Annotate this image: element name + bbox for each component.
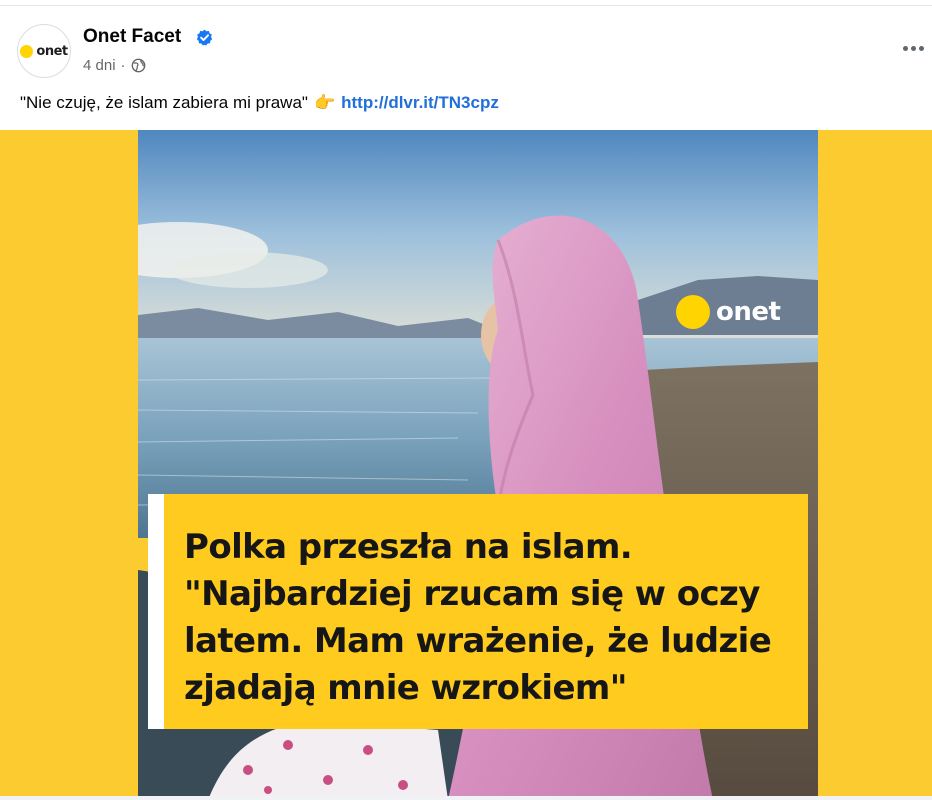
- onet-brand-logo: onet: [676, 295, 781, 329]
- post-caption: "Nie czuję, że islam zabiera mi prawa" 👉…: [20, 93, 499, 113]
- pointing-hand-icon: 👉: [313, 93, 336, 112]
- headline-line: "Najbardziej rzucam się w oczy: [184, 574, 760, 614]
- globe-icon: [131, 58, 145, 73]
- page-name-link[interactable]: Onet Facet: [83, 26, 181, 48]
- article-headline: Polka przeszła na islam. "Najbardziej rz…: [184, 524, 784, 712]
- caption-link[interactable]: http://dlvr.it/TN3cpz: [341, 93, 499, 113]
- headline-line: latem. Mam wrażenie, że ludzie: [184, 621, 772, 661]
- bottom-divider: [0, 796, 932, 800]
- post-meta: 4 dni ·: [83, 57, 146, 74]
- headline-card: Polka przeszła na islam. "Najbardziej rz…: [148, 494, 808, 729]
- post-timestamp[interactable]: 4 dni: [83, 57, 116, 74]
- headline-line: zjadają mnie wzrokiem": [184, 668, 627, 708]
- post-header: onet Onet Facet 4 dni · "Nie czuję, że i…: [0, 0, 932, 130]
- onet-logo-dot: [676, 295, 710, 329]
- meta-separator: ·: [120, 57, 126, 74]
- avatar-logo-text: onet: [36, 43, 68, 59]
- verified-badge-icon: [196, 29, 213, 46]
- brand-logo-text: onet: [716, 297, 781, 327]
- card-accent-edge: [148, 494, 164, 729]
- more-options-icon[interactable]: [900, 36, 926, 60]
- headline-line: Polka przeszła na islam.: [184, 527, 633, 567]
- caption-text: "Nie czuję, że islam zabiera mi prawa": [20, 93, 308, 112]
- page-avatar[interactable]: onet: [17, 24, 71, 78]
- onet-logo-dot: [20, 44, 34, 58]
